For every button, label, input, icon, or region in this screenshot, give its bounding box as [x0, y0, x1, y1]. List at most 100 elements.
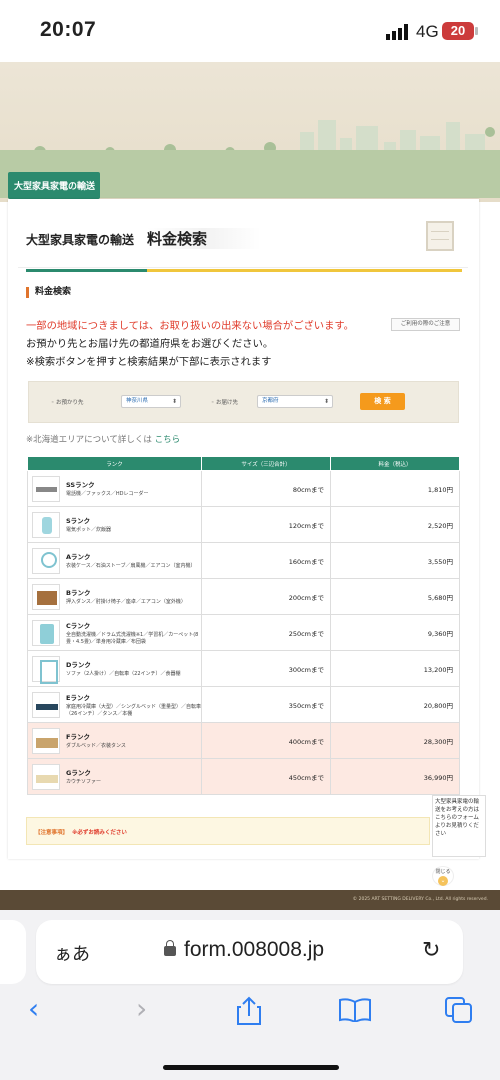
fee-table: ランク サイズ（三辺合計） 料金（税込） SSランク 電話機／ファックス／HDレコ…: [27, 456, 460, 795]
page-title: 料金検索: [147, 228, 262, 249]
bed-icon: [32, 692, 60, 718]
table-row: Bランク 押入ダンス／肘掛け椅子／座卓／エアコン（室外機） 200cmまで 5,680…: [27, 578, 460, 615]
lock-icon: [164, 940, 176, 956]
status-bar: 20:07 4G 20: [0, 0, 500, 62]
section-title: 料金検索: [26, 287, 71, 298]
close-button[interactable]: 閉じる ⌄: [432, 866, 454, 886]
table-row: Sランク 電気ポット／炊飯器 120cmまで 2,520円: [27, 506, 460, 543]
chevron-down-icon: ⌄: [438, 876, 448, 886]
rank-name: Dランク: [66, 661, 91, 670]
table-row: Cランク 全自動洗濯機／ドラム式洗濯機※1／学習机／カーペット(8畳・4.5畳)／…: [27, 614, 460, 651]
table-row: Gランク カウチソファー 450cmまで 36,990円: [27, 758, 460, 795]
divider: [18, 267, 468, 268]
to-prefecture-select[interactable]: 京都府 ⬍: [257, 395, 333, 408]
double-bed-icon: [32, 728, 60, 754]
from-prefecture-select[interactable]: 神奈川県 ⬍: [121, 395, 181, 408]
rank-name: Cランク: [66, 622, 91, 630]
size-cell: 400cmまで: [201, 722, 331, 759]
fee-cell: 28,300円: [330, 722, 460, 759]
fee-cell: 9,360円: [330, 614, 460, 651]
table-row: Aランク 衣装ケース／石油ストーブ／扇風機／エアコン（室内機） 160cmまで 3,5…: [27, 542, 460, 579]
recorder-icon: [32, 476, 60, 502]
share-icon[interactable]: [236, 996, 262, 1026]
estimate-form-link[interactable]: 大型家具家電の輸送をお考えの方はこちらのフォームよりお見積りください: [432, 795, 486, 857]
cabinet-icon: [32, 656, 60, 684]
chevron-down-icon: ⬍: [323, 398, 329, 405]
caution-box[interactable]: 【注意事項】 ※必ずお読みください: [26, 817, 430, 845]
couch-icon: [32, 764, 60, 790]
back-icon[interactable]: ‹: [28, 992, 39, 1025]
rank-name: SSランク: [66, 481, 95, 490]
rank-cell: Cランク 全自動洗濯機／ドラム式洗濯機※1／学習机／カーペット(8畳・4.5畳)／…: [27, 614, 202, 651]
previous-tab[interactable]: [0, 920, 26, 984]
info-line-2: ※検索ボタンを押すと検索結果が下部に表示されます: [26, 356, 272, 368]
info-line-1: お預かり先とお届け先の都道府県をお選びください。: [26, 338, 274, 350]
rank-name: Bランク: [66, 589, 91, 598]
breadcrumb-tab[interactable]: 大型家具家電の輸送: [8, 172, 100, 199]
pot-icon: [32, 512, 60, 538]
main-card: 大型家具家電の輸送 料金検索 料金検索 一部の地域につきましては、お取り扱いの出…: [8, 199, 479, 859]
caution-text: ※必ずお読みください: [72, 830, 127, 836]
fee-cell: 5,680円: [330, 578, 460, 615]
fee-cell: 36,990円: [330, 758, 460, 795]
rank-cell: Gランク カウチソファー: [27, 758, 202, 795]
browser-chrome: ぁあ form.008008.jp ↻ ‹ ›: [0, 910, 500, 1080]
header-underline-yellow: [147, 269, 462, 272]
bookmarks-icon[interactable]: [338, 998, 372, 1022]
rank-items: ダブルベッド／衣装タンス: [66, 743, 126, 750]
table-row: Dランク ソファ（2人掛け）／自転車（22インチ）／食器棚 300cmまで 13,20…: [27, 650, 460, 687]
home-indicator: [163, 1065, 339, 1070]
reader-settings-button[interactable]: ぁあ: [54, 940, 90, 966]
hokkaido-link[interactable]: こちら: [155, 435, 181, 445]
rank-name: Gランク: [66, 769, 91, 778]
rank-name: Sランク: [66, 517, 91, 526]
rank-items: ソファ（2人掛け）／自転車（22インチ）／食器棚: [66, 671, 181, 678]
washer-icon: [32, 620, 60, 646]
header-underline-green: [26, 269, 147, 272]
size-cell: 80cmまで: [201, 470, 331, 507]
signal-icon: [386, 24, 408, 40]
size-cell: 450cmまで: [201, 758, 331, 795]
rank-name: Fランク: [66, 733, 90, 742]
page-category: 大型家具家電の輸送: [26, 233, 135, 247]
clock: 20:07: [40, 18, 97, 41]
usage-notice-button[interactable]: ご利用の際のご注意: [391, 318, 460, 331]
fee-cell: 13,200円: [330, 650, 460, 687]
rank-items: 家庭用冷蔵庫（大型）／シングルベッド（重量型）／自転車（26インチ）／タンス／本…: [66, 704, 202, 717]
to-label: ◦ お届け先: [211, 400, 239, 406]
forward-icon[interactable]: ›: [136, 992, 147, 1025]
table-row: Fランク ダブルベッド／衣装タンス 400cmまで 28,300円: [27, 722, 460, 759]
from-label: ◦ お預かり先: [51, 400, 84, 406]
size-cell: 160cmまで: [201, 542, 331, 579]
col-fee: 料金（税込）: [330, 456, 460, 471]
rank-cell: Eランク家庭用冷蔵庫（大型）／シングルベッド（重量型）／自転車（26インチ）／タ…: [27, 686, 202, 723]
size-cell: 250cmまで: [201, 614, 331, 651]
fee-cell: 3,550円: [330, 542, 460, 579]
tabs-icon[interactable]: [444, 996, 474, 1024]
site-footer: © 2025 ART SETTING DELIVERY Co., Ltd. Al…: [0, 890, 500, 910]
search-form: ◦ お預かり先 神奈川県 ⬍ ◦ お届け先 京都府 ⬍ 検 索: [28, 381, 459, 423]
url-text: form.008008.jp: [184, 938, 325, 961]
address-bar[interactable]: ぁあ form.008008.jp ↻: [36, 920, 463, 984]
network-type: 4G: [416, 22, 439, 41]
col-size: サイズ（三辺合計）: [201, 456, 331, 471]
rank-items: 衣装ケース／石油ストーブ／扇風機／エアコン（室内機）: [66, 563, 196, 570]
rank-name: Eランク: [66, 694, 90, 702]
rank-cell: Dランク ソファ（2人掛け）／自転車（22インチ）／食器棚: [27, 650, 202, 687]
rank-cell: SSランク 電話機／ファックス／HDレコーダー: [27, 470, 202, 507]
table-row: SSランク 電話機／ファックス／HDレコーダー 80cmまで 1,810円: [27, 470, 460, 507]
chevron-down-icon: ⬍: [171, 398, 177, 405]
col-rank: ランク: [27, 456, 202, 471]
size-cell: 120cmまで: [201, 506, 331, 543]
area-warning: 一部の地域につきましては、お取り扱いの出来ない場合がございます。: [26, 320, 354, 332]
rank-name: Aランク: [66, 553, 91, 562]
search-button[interactable]: 検 索: [360, 393, 405, 410]
reload-icon[interactable]: ↻: [422, 938, 440, 963]
battery-cap: [475, 27, 478, 35]
shelf-icon: [426, 221, 454, 251]
rank-items: 電話機／ファックス／HDレコーダー: [66, 491, 149, 498]
rank-cell: Fランク ダブルベッド／衣装タンス: [27, 722, 202, 759]
chest-icon: [32, 584, 60, 610]
caution-label: 【注意事項】: [35, 830, 69, 836]
fee-cell: 20,800円: [330, 686, 460, 723]
